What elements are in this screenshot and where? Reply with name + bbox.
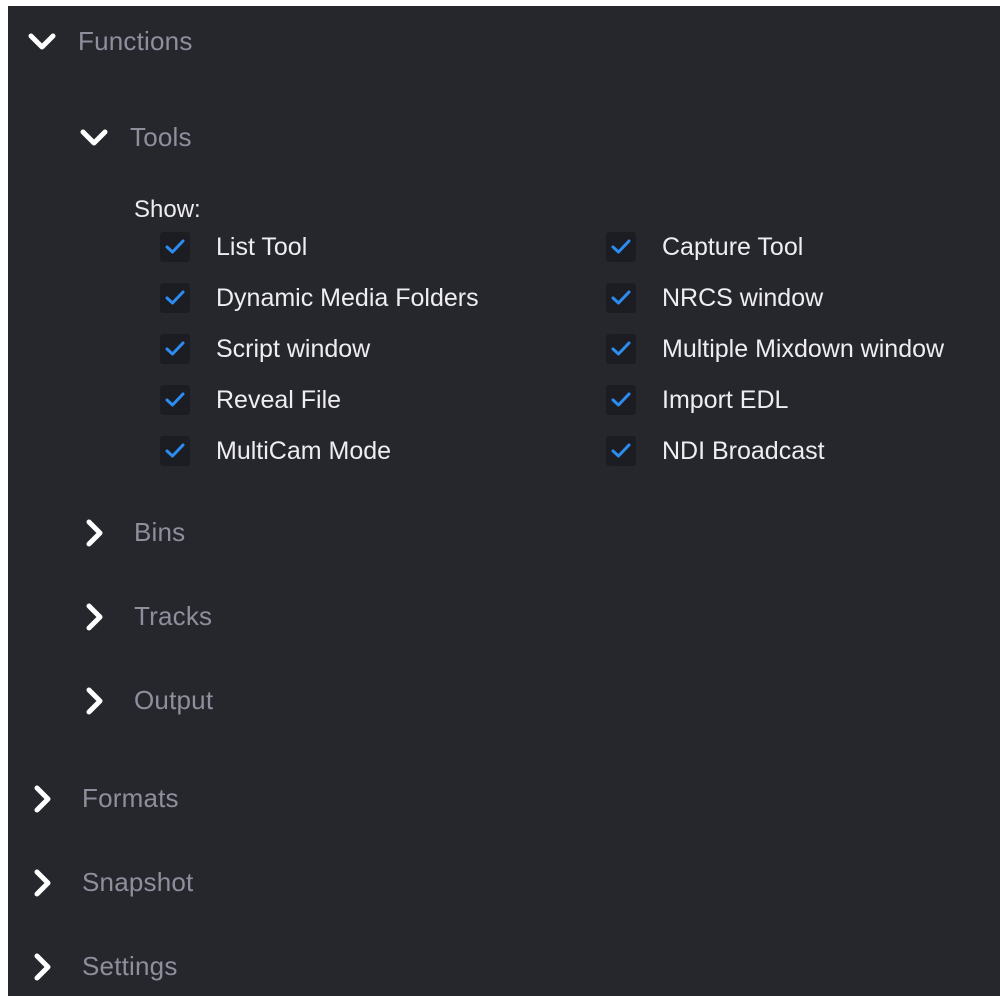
checkbox[interactable] [160, 436, 190, 466]
section-bins-label: Bins [134, 517, 186, 547]
section-snapshot-label: Snapshot [82, 867, 194, 897]
checkbox[interactable] [606, 334, 636, 364]
checkbox-label: MultiCam Mode [216, 436, 392, 465]
checkbox-import-edl[interactable]: Import EDL [606, 385, 788, 415]
checkmark-icon [611, 392, 631, 407]
checkmark-icon [165, 239, 185, 254]
checkbox-multiple-mixdown-window[interactable]: Multiple Mixdown window [606, 334, 944, 364]
checkmark-icon [165, 392, 185, 407]
chevron-down-icon [80, 123, 116, 153]
checkbox[interactable] [606, 232, 636, 262]
checkmark-icon [611, 239, 631, 254]
section-tools-label: Tools [130, 122, 192, 152]
section-snapshot[interactable]: Snapshot [32, 867, 193, 898]
settings-panel: Functions Tools Show: List Tool Dynamic … [8, 6, 1000, 996]
section-bins[interactable]: Bins [84, 517, 185, 548]
checkmark-icon [611, 290, 631, 305]
checkbox-label: Dynamic Media Folders [216, 283, 479, 312]
checkbox-reveal-file[interactable]: Reveal File [160, 385, 341, 415]
checkmark-icon [165, 443, 185, 458]
chevron-down-icon [28, 27, 64, 57]
checkbox-ndi-broadcast[interactable]: NDI Broadcast [606, 436, 825, 466]
section-settings[interactable]: Settings [32, 951, 178, 982]
section-settings-label: Settings [82, 951, 178, 981]
chevron-right-icon [32, 868, 68, 898]
checkbox-label: Reveal File [216, 385, 342, 414]
checkbox[interactable] [606, 436, 636, 466]
checkbox-dynamic-media-folders[interactable]: Dynamic Media Folders [160, 283, 479, 313]
checkbox-script-window[interactable]: Script window [160, 334, 370, 364]
checkbox-label: Script window [216, 334, 371, 363]
checkbox[interactable] [160, 385, 190, 415]
section-output-label: Output [134, 685, 214, 715]
section-functions[interactable]: Functions [28, 26, 193, 57]
section-tools[interactable]: Tools [80, 122, 192, 153]
section-tracks-label: Tracks [134, 601, 213, 631]
checkbox-nrcs-window[interactable]: NRCS window [606, 283, 823, 313]
chevron-right-icon [32, 952, 68, 982]
chevron-right-icon [84, 602, 120, 632]
checkbox-multicam-mode[interactable]: MultiCam Mode [160, 436, 391, 466]
checkmark-icon [165, 290, 185, 305]
checkbox[interactable] [606, 385, 636, 415]
chevron-right-icon [32, 784, 68, 814]
chevron-right-icon [84, 686, 120, 716]
section-functions-label: Functions [78, 26, 193, 56]
section-tracks[interactable]: Tracks [84, 601, 212, 632]
section-formats[interactable]: Formats [32, 783, 179, 814]
checkbox[interactable] [606, 283, 636, 313]
section-formats-label: Formats [82, 783, 179, 813]
section-output[interactable]: Output [84, 685, 213, 716]
checkmark-icon [611, 341, 631, 356]
checkbox-label: Import EDL [662, 385, 789, 414]
checkbox-list-tool[interactable]: List Tool [160, 232, 307, 262]
checkmark-icon [165, 341, 185, 356]
show-label: Show: [134, 196, 201, 223]
chevron-right-icon [84, 518, 120, 548]
checkbox[interactable] [160, 232, 190, 262]
checkbox-label: List Tool [216, 232, 308, 261]
checkbox[interactable] [160, 283, 190, 313]
checkmark-icon [611, 443, 631, 458]
checkbox-label: Capture Tool [662, 232, 804, 261]
checkbox-capture-tool[interactable]: Capture Tool [606, 232, 803, 262]
checkbox-label: NRCS window [662, 283, 824, 312]
checkbox[interactable] [160, 334, 190, 364]
checkbox-label: NDI Broadcast [662, 436, 825, 465]
checkbox-label: Multiple Mixdown window [662, 334, 945, 363]
